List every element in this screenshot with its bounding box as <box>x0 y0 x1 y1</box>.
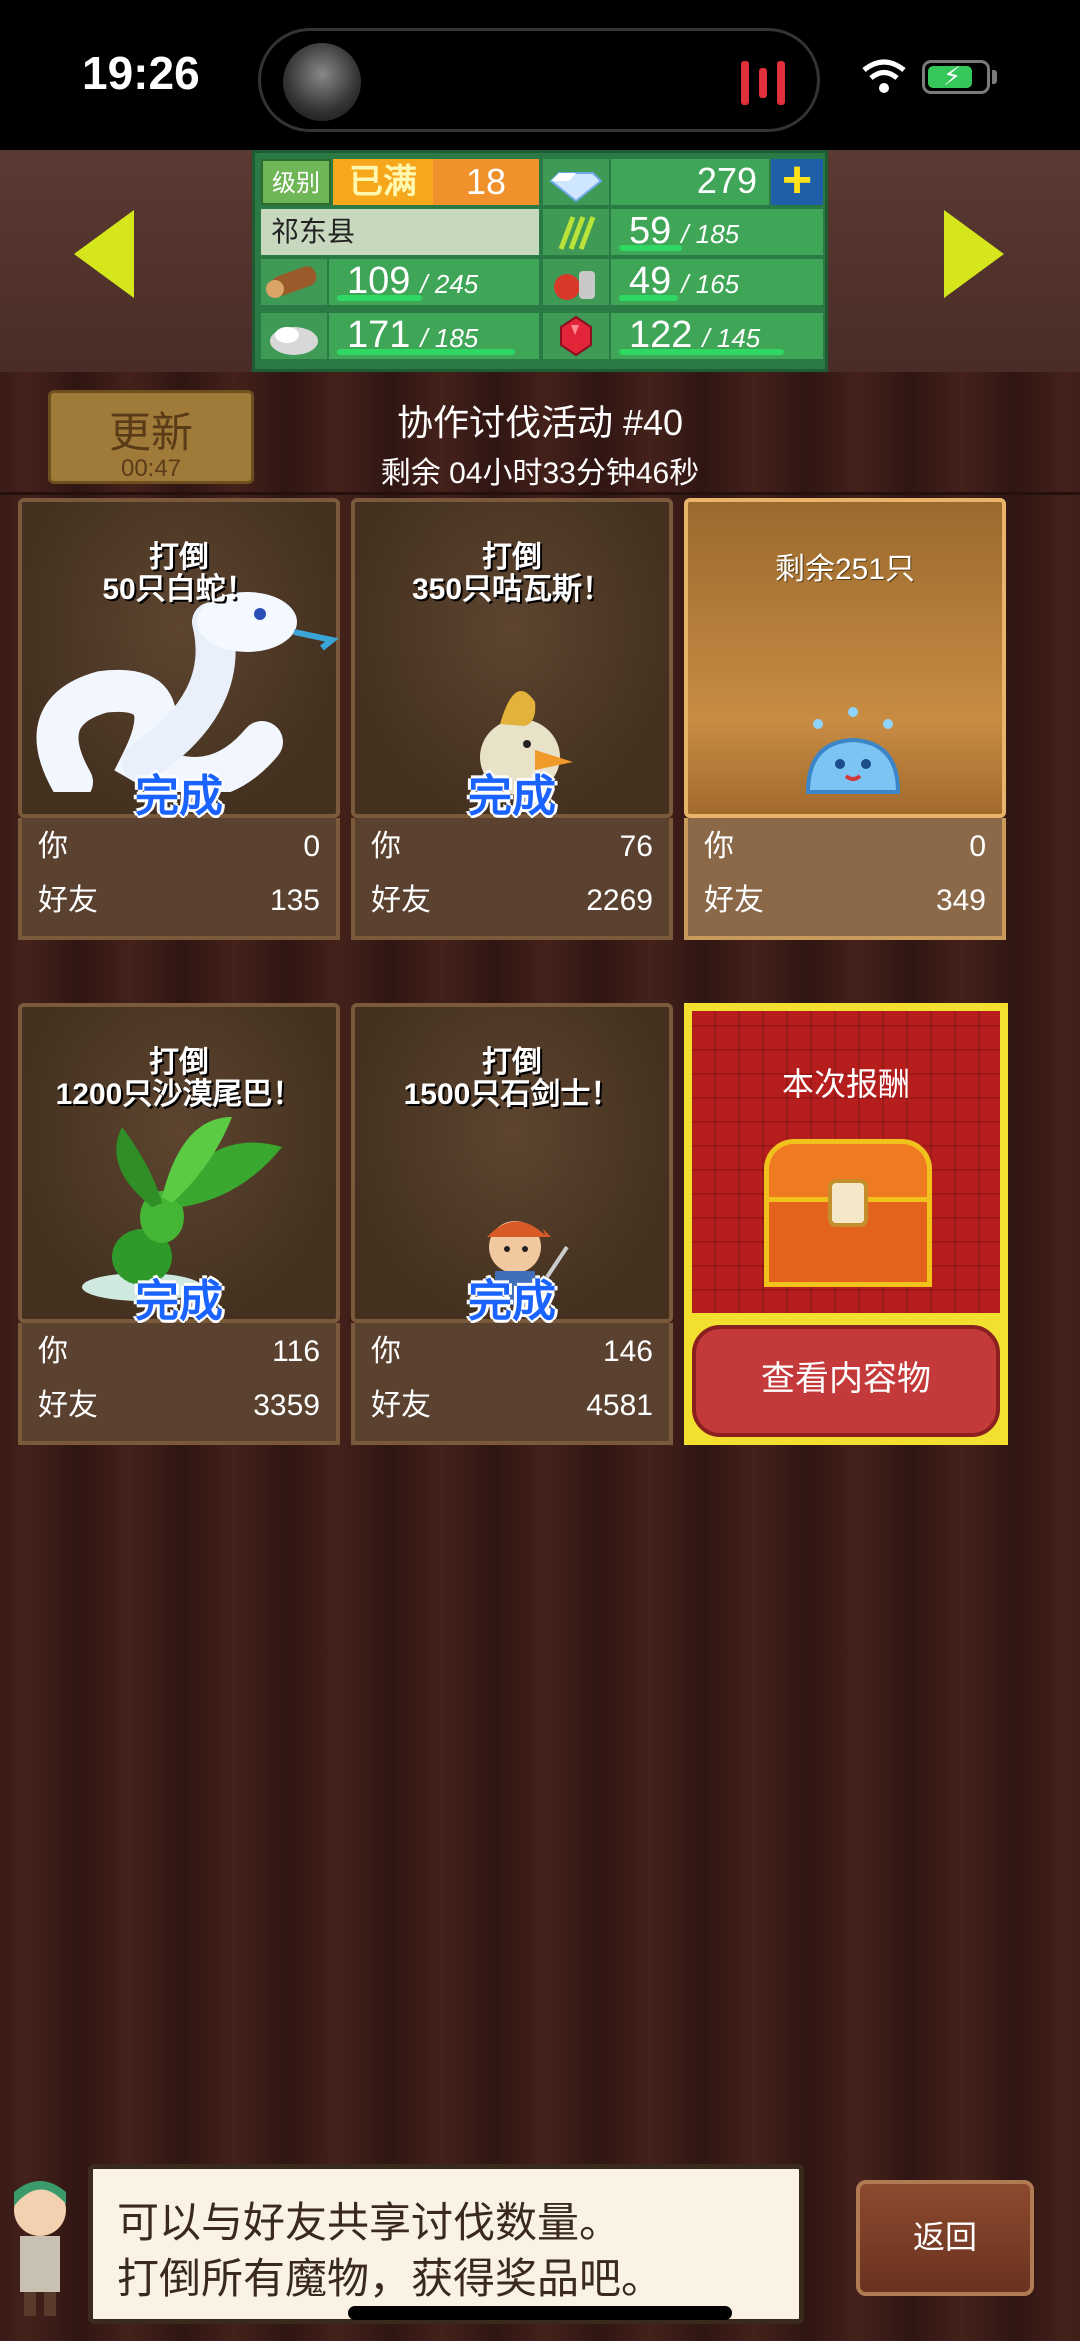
gems-value: 279 <box>611 159 769 205</box>
grass-bar <box>619 245 682 251</box>
divider <box>0 492 1080 495</box>
stone-stat: 171 / 185 <box>329 313 539 359</box>
complete-label: 完成 <box>135 1277 223 1326</box>
friends-count: 135 <box>269 884 320 917</box>
hint-line-2: 打倒所有魔物，获得奖品吧。 <box>117 2255 664 2302</box>
view-contents-button[interactable]: 查看内容物 <box>692 1325 1000 1437</box>
wood-icon <box>261 259 327 305</box>
clock: 19:26 <box>82 47 200 99</box>
refresh-label: 更新 <box>108 409 193 456</box>
resource-panel: 级别 已满 18 279 + 祁东县 59 / 185 109 / 245 49… <box>252 150 828 372</box>
quest-target: 1200只沙漠尾巴！ <box>55 1078 303 1111</box>
battery-icon: ⚡ <box>922 60 990 94</box>
grass-stat: 59 / 185 <box>611 209 823 255</box>
complete-label: 完成 <box>468 1277 556 1326</box>
you-label: 你 <box>38 830 68 863</box>
quest-target: 350只咕瓦斯！ <box>411 573 613 606</box>
quest-line1: 打倒 <box>482 541 542 574</box>
slime-icon <box>805 707 901 794</box>
you-label: 你 <box>704 830 734 863</box>
diamond-icon <box>543 159 609 205</box>
quest-card-slime[interactable]: 剩余251只 你 0 好友 349 <box>684 498 1006 940</box>
hint-dialog: 可以与好友共享讨伐数量。 打倒所有魔物，获得奖品吧。 <box>88 2164 804 2324</box>
you-label: 你 <box>371 1335 401 1368</box>
quest-card-desert-tail[interactable]: 打倒 1200只沙漠尾巴！ 完成 你 116 好友 3359 <box>18 1003 340 1445</box>
refresh-button[interactable]: 更新 00:47 <box>48 390 254 484</box>
complete-label: 完成 <box>468 772 556 821</box>
friends-count: 2269 <box>586 884 653 917</box>
reward-card: 本次报酬 查看内容物 <box>684 1003 1008 1445</box>
ruby-bar <box>619 349 784 355</box>
friends-label: 好友 <box>704 884 764 917</box>
friends-label: 好友 <box>371 884 431 917</box>
quest-card-guwas[interactable]: 打倒 350只咕瓦斯！ 完成 你 76 好友 2269 <box>351 498 673 940</box>
event-title: 协作讨伐活动 #40 <box>396 402 684 443</box>
you-count: 0 <box>969 830 986 863</box>
quest-remaining: 剩余251只 <box>774 553 916 586</box>
refresh-timer: 00:47 <box>120 455 182 482</box>
time-remaining: 剩余 04小时33分钟46秒 <box>380 457 700 490</box>
stone-icon <box>261 313 327 359</box>
friends-count: 4581 <box>586 1389 653 1422</box>
prev-arrow-icon[interactable] <box>74 210 134 298</box>
quest-target: 1500只石剑士！ <box>403 1078 621 1111</box>
you-label: 你 <box>371 830 401 863</box>
wood-bar <box>337 295 422 301</box>
complete-label: 完成 <box>135 772 223 821</box>
reward-title: 本次报酬 <box>781 1066 910 1102</box>
you-count: 116 <box>272 1335 320 1368</box>
grass-icon <box>543 209 609 255</box>
you-count: 146 <box>602 1335 653 1368</box>
friends-label: 好友 <box>38 884 98 917</box>
food-icon <box>543 259 609 305</box>
wood-stat: 109 / 245 <box>329 259 539 305</box>
dynamic-island[interactable] <box>258 28 820 132</box>
treasure-chest-icon <box>764 1139 932 1287</box>
audio-bars-icon <box>741 61 787 105</box>
quest-card-stone-swordsman[interactable]: 打倒 1500只石剑士！ 完成 你 146 好友 4581 <box>351 1003 673 1445</box>
level-value: 18 <box>433 159 539 205</box>
ruby-stat: 122 / 145 <box>611 313 823 359</box>
food-stat: 49 / 165 <box>611 259 823 305</box>
town-name: 祁东县 <box>261 209 539 255</box>
friends-count: 3359 <box>253 1389 320 1422</box>
next-arrow-icon[interactable] <box>944 210 1004 298</box>
you-count: 0 <box>303 830 320 863</box>
quest-line1: 打倒 <box>149 1046 209 1079</box>
food-bar <box>619 295 678 301</box>
home-indicator[interactable] <box>348 2306 732 2320</box>
stone-bar <box>337 349 515 355</box>
you-count: 76 <box>619 830 653 863</box>
quest-target: 50只白蛇！ <box>102 573 256 606</box>
ruby-icon <box>543 313 609 359</box>
quest-card-white-snake[interactable]: 打倒 50只白蛇！ 完成 你 0 好友 135 <box>18 498 340 940</box>
you-label: 你 <box>38 1335 68 1368</box>
add-gems-button[interactable]: + <box>771 154 823 206</box>
friends-count: 349 <box>935 884 986 917</box>
status-bar: 19:26 ⚡ <box>0 0 1080 150</box>
quest-line1: 打倒 <box>482 1046 542 1079</box>
friends-label: 好友 <box>38 1389 98 1422</box>
level-status: 已满 <box>333 159 433 205</box>
now-playing-avatar-icon <box>283 43 361 121</box>
advisor-character-icon <box>14 2181 66 2316</box>
friends-label: 好友 <box>371 1389 431 1422</box>
wifi-icon <box>862 59 906 93</box>
back-button[interactable]: 返回 <box>856 2180 1034 2296</box>
level-label: 级别 <box>261 159 331 205</box>
hint-line-1: 可以与好友共享讨伐数量。 <box>117 2199 622 2246</box>
quest-line1: 打倒 <box>149 541 209 574</box>
